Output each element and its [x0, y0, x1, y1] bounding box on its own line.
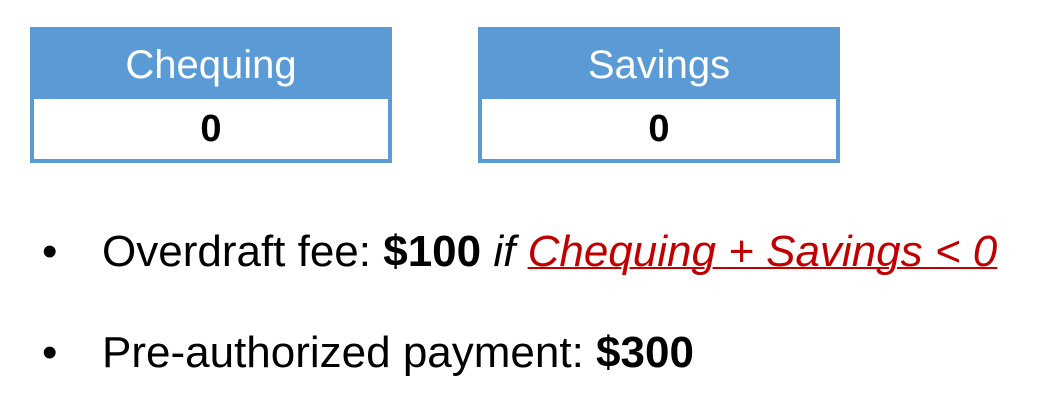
overdraft-fee-condition: Chequing + Savings < 0 [527, 227, 998, 276]
chequing-account-label: Chequing [34, 31, 388, 99]
overdraft-fee-connector: if [481, 227, 528, 276]
chequing-account-box: Chequing 0 [30, 27, 392, 163]
pre-authorized-payment-rule: • Pre-authorized payment: $300 [42, 323, 694, 383]
overdraft-fee-label: Overdraft fee: [102, 227, 384, 276]
savings-account-label: Savings [482, 31, 836, 99]
overdraft-fee-rule: • Overdraft fee: $100 if Chequing + Savin… [42, 222, 997, 282]
bullet-marker: • [42, 227, 58, 276]
bullet-marker: • [42, 328, 58, 377]
chequing-account-balance: 0 [200, 108, 222, 150]
overdraft-fee-amount: $100 [383, 227, 482, 276]
pre-authorized-payment-label: Pre-authorized payment: [102, 328, 597, 377]
savings-account-box: Savings 0 [478, 27, 840, 163]
savings-account-balance: 0 [648, 108, 670, 150]
pre-authorized-payment-amount: $300 [596, 328, 694, 377]
